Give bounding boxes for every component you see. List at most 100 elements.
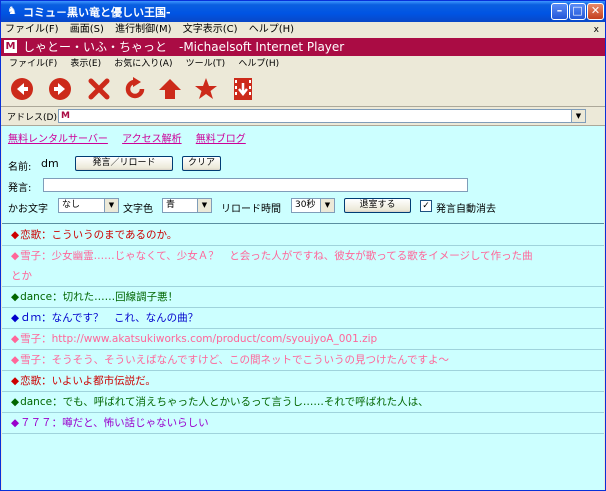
auto-clear-checkbox[interactable]: ✓: [420, 200, 432, 212]
stop-icon[interactable]: [86, 76, 112, 102]
message-text: とか: [11, 270, 32, 282]
message-bullet-icon: ◆: [11, 396, 20, 408]
message-speaker: 恋歌: [20, 375, 42, 387]
message-bullet-icon: ◆: [11, 333, 20, 345]
post-reload-button[interactable]: 発言／リロード: [75, 156, 173, 171]
favorites-icon[interactable]: [193, 76, 219, 102]
color-select[interactable]: 青 ▼: [162, 198, 212, 213]
message-text: なんです？ これ、なんの曲？: [51, 312, 199, 324]
back-icon[interactable]: [9, 76, 35, 102]
chat-message: ◆雪子：http://www.akatsukiworks.com/product…: [2, 329, 604, 350]
app-icon: ♞: [7, 4, 17, 17]
menu-progress[interactable]: 進行制御(M): [111, 22, 175, 38]
clear-button[interactable]: クリア: [182, 156, 221, 171]
kaomoji-select[interactable]: なし ▼: [58, 198, 119, 213]
address-bar: アドレス(D) M ▼: [1, 107, 605, 126]
player-menu-bar: ファイル(F) 表示(E) お気に入り(A) ツール(T) ヘルプ(H): [1, 56, 605, 72]
chat-log: ◆恋歌：こういうのまであるのか。 ◆雪子：少女幽霊……じゃなくて、少女Ａ？ と会っ…: [2, 225, 604, 434]
chat-message: ◆dance：切れた……回線調子悪！: [2, 287, 604, 308]
sponsor-links: 無料レンタルサーバー アクセス解析 無料ブログ: [8, 130, 257, 145]
chat-page: 無料レンタルサーバー アクセス解析 無料ブログ 名前: dm 発言／リロード ク…: [2, 126, 604, 490]
player-menu-help[interactable]: ヘルプ(H): [233, 56, 284, 72]
menu-text-display[interactable]: 文字表示(C): [179, 22, 242, 38]
message-bullet-icon: ◆: [11, 312, 20, 324]
message-speaker: 雪子: [20, 250, 42, 262]
message-text: でも、呼ばれて消えちゃった人とかいるって言うし……それで呼ばれた人は、: [62, 396, 429, 408]
color-label: 文字色: [123, 204, 153, 215]
chat-message: ◆雪子：そうそう、そういえばなんですけど、この間ネットでこういうの見つけたんです…: [2, 350, 604, 371]
message-text: こういうのまであるのか。: [51, 229, 178, 241]
message-bullet-icon: ◆: [11, 417, 20, 429]
link-free-blog[interactable]: 無料ブログ: [196, 134, 246, 145]
reload-time-label: リロード時間: [221, 204, 281, 215]
close-button[interactable]: ✕: [587, 3, 604, 20]
kaomoji-label: かお文字: [8, 204, 48, 215]
name-label: 名前:: [8, 162, 32, 173]
message-text: http://www.akatsukiworks.com/product/com…: [51, 333, 378, 345]
address-field[interactable]: M ▼: [58, 109, 586, 123]
player-menu-favorites[interactable]: お気に入り(A): [109, 56, 177, 72]
message-separator: ：: [41, 333, 52, 345]
minimize-button[interactable]: –: [551, 3, 568, 20]
player-menu-view[interactable]: 表示(E): [65, 56, 106, 72]
message-text: 少女幽霊……じゃなくて、少女Ａ？ と会った人がですね、彼女が歌ってる歌をイメージ…: [51, 250, 533, 262]
message-bullet-icon: ◆: [11, 354, 20, 366]
chat-message: ◆dance：でも、呼ばれて消えちゃった人とかいるって言うし……それで呼ばれた人…: [2, 392, 604, 413]
player-logo-icon: M: [4, 40, 17, 53]
message-separator: ：: [52, 291, 63, 303]
reload-time-select[interactable]: 30秒 ▼: [291, 198, 335, 213]
address-label: アドレス(D): [7, 113, 57, 123]
forward-icon[interactable]: [47, 76, 73, 102]
window-title-bar[interactable]: ♞ コミュ－黒い竜と優しい王国- – □ ✕: [1, 1, 605, 22]
player-title: しゃとー・いふ・ちゃっと -Michaelsoft Internet Playe…: [23, 40, 345, 54]
message-speaker: ｄｍ: [20, 312, 42, 324]
address-dropdown-icon[interactable]: ▼: [571, 110, 585, 122]
message-label: 発言:: [8, 183, 32, 194]
media-icon[interactable]: [230, 76, 256, 102]
reload-dropdown-icon: ▼: [320, 199, 334, 212]
leave-room-button[interactable]: 退室する: [344, 198, 411, 213]
app-window: ♞ コミュ－黒い竜と優しい王国- – □ ✕ ファイル(F) 画面(S) 進行制…: [0, 0, 606, 491]
menu-file[interactable]: ファイル(F): [1, 22, 63, 38]
player-menu-tools[interactable]: ツール(T): [181, 56, 231, 72]
divider: [2, 223, 604, 224]
window-title: コミュ－黒い竜と優しい王国-: [23, 6, 171, 19]
name-value: dm: [41, 157, 59, 170]
menu-close-icon[interactable]: x: [594, 22, 599, 38]
message-separator: ：: [41, 229, 52, 241]
menu-help[interactable]: ヘルプ(H): [245, 22, 298, 38]
message-separator: ：: [41, 312, 52, 324]
color-value: 青: [166, 200, 176, 210]
message-speaker: 雪子: [20, 354, 42, 366]
kaomoji-value: なし: [62, 200, 81, 210]
link-free-server[interactable]: 無料レンタルサーバー: [8, 134, 108, 145]
player-menu-file[interactable]: ファイル(F): [1, 56, 62, 72]
message-separator: ：: [41, 354, 52, 366]
home-icon[interactable]: [157, 76, 183, 102]
toolbar: [1, 72, 605, 107]
reload-time-value: 30秒: [295, 200, 316, 210]
color-dropdown-icon: ▼: [197, 199, 211, 212]
chat-message: ◆恋歌：こういうのまであるのか。: [2, 225, 604, 246]
message-separator: ：: [52, 396, 63, 408]
message-input[interactable]: [43, 178, 468, 192]
message-text: 噂だと、怖い話じゃないらしい: [62, 417, 209, 429]
chat-message: ◆恋歌：いよいよ都市伝説だ。: [2, 371, 604, 392]
message-bullet-icon: ◆: [11, 229, 20, 241]
chat-message: ◆７７７：噂だと、怖い話じゃないらしい: [2, 413, 604, 434]
message-separator: ：: [41, 375, 52, 387]
message-speaker: 恋歌: [20, 229, 42, 241]
message-separator: ：: [51, 417, 63, 429]
menu-screen[interactable]: 画面(S): [66, 22, 108, 38]
chat-message: ◆ｄｍ：なんです？ これ、なんの曲？: [2, 308, 604, 329]
kaomoji-dropdown-icon: ▼: [104, 199, 118, 212]
message-speaker: dance: [20, 291, 53, 303]
maximize-button[interactable]: □: [569, 3, 586, 20]
refresh-icon[interactable]: [122, 76, 148, 102]
message-speaker: 雪子: [20, 333, 42, 345]
link-access-analysis[interactable]: アクセス解析: [122, 134, 182, 145]
message-text: 切れた……回線調子悪！: [62, 291, 179, 303]
message-text: いよいよ都市伝説だ。: [51, 375, 156, 387]
message-bullet-icon: ◆: [11, 375, 20, 387]
chat-message: ◆雪子：少女幽霊……じゃなくて、少女Ａ？ と会った人がですね、彼女が歌ってる歌を…: [2, 246, 604, 266]
